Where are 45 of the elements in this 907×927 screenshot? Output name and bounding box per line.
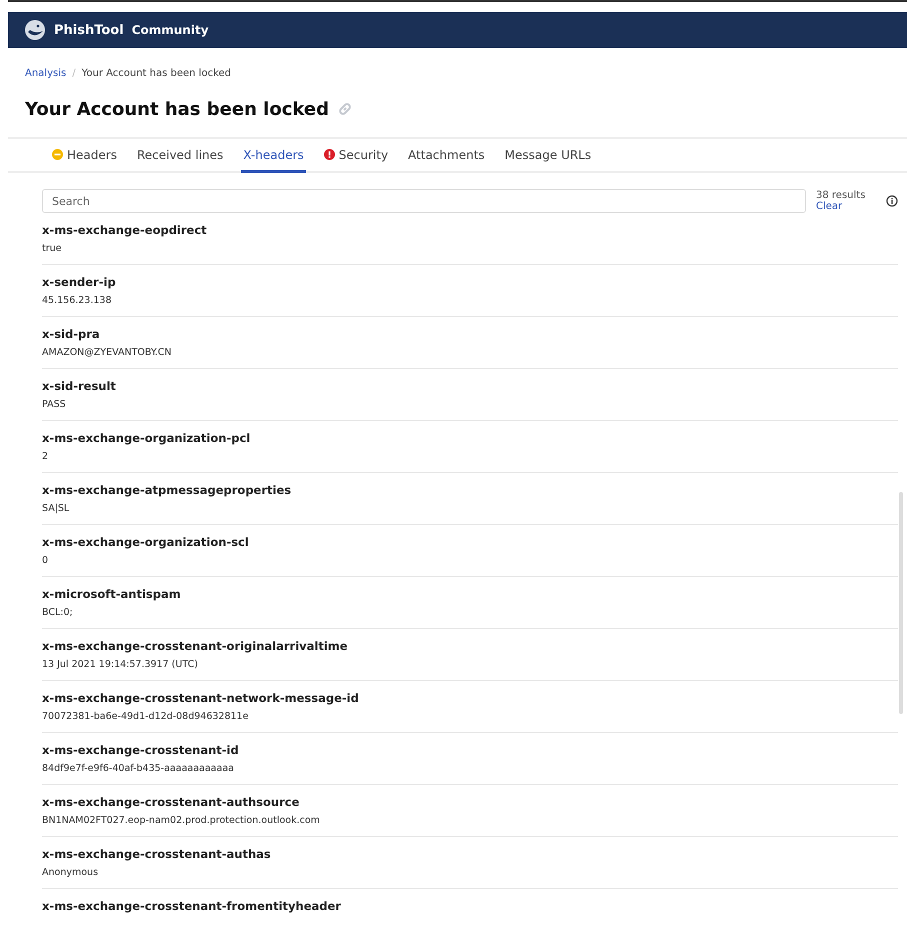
tab[interactable]: Attachments: [406, 139, 487, 173]
header-value: AMAZON@ZYEVANTOBY.CN: [42, 347, 173, 358]
breadcrumb-separator: /: [72, 68, 76, 79]
tab[interactable]: Received lines: [134, 139, 226, 173]
header-name: x-ms-exchange-crosstenant-authsource: [42, 795, 300, 809]
edition-label: Community: [132, 23, 209, 37]
search-field[interactable]: Search: [42, 189, 806, 213]
header-name: x-ms-exchange-eopdirect: [42, 223, 208, 237]
header-name: x-ms-exchange-organization-scl: [42, 535, 250, 549]
header-value: 70072381-ba6e-49d1-d12d-08d94632811e: [42, 711, 250, 722]
header-name: x-ms-exchange-crosstenant-network-message-id: [42, 691, 360, 705]
link-icon[interactable]: [336, 101, 353, 117]
tab[interactable]: Headers: [50, 139, 119, 173]
page-title: Your Account has been locked: [25, 98, 329, 120]
tab[interactable]: Security: [322, 139, 390, 173]
header-value: PASS: [42, 399, 67, 410]
scrollbar-thumb[interactable]: [899, 492, 903, 714]
header-name: x-ms-exchange-crosstenant-authas: [42, 847, 272, 861]
header-name: x-sid-pra: [42, 327, 101, 341]
header-value: Anonymous: [42, 867, 100, 878]
header-name: x-microsoft-antispam: [42, 587, 182, 601]
header-name: x-ms-exchange-atpmessageproperties: [42, 483, 292, 497]
header-value: 0: [42, 555, 50, 566]
header-name: x-ms-exchange-crosstenant-fromentityheader: [42, 899, 342, 913]
tab[interactable]: Message URLs: [502, 139, 594, 173]
header-value: BCL:0;: [42, 607, 74, 618]
current-page-label: Your Account has been locked: [82, 68, 232, 79]
header-name: x-sender-ip: [42, 275, 117, 289]
header-name: x-ms-exchange-organization-pcl: [42, 431, 252, 445]
breadcrumb-link[interactable]: Analysis: [25, 68, 66, 79]
header-value: 84df9e7f-e9f6-40af-b435-aaaaaaaaaaaa: [42, 763, 235, 774]
header-value: BN1NAM02FT027.eop-nam02.prod.protection.outlook.com: [42, 815, 321, 826]
results-count: 38 results: [816, 190, 866, 201]
header-value: SA|SL: [42, 503, 70, 514]
header-name: x-ms-exchange-crosstenant-originalarrivaltime: [42, 639, 349, 653]
header-value: 13 Jul 2021 19:14:57.3917 (UTC): [42, 659, 199, 670]
clear-link[interactable]: Clear: [816, 201, 876, 212]
tab[interactable]: X-headers: [241, 139, 306, 173]
header-value: 45.156.23.138: [42, 295, 113, 306]
header-name: x-sid-result: [42, 379, 117, 393]
header-value: true: [42, 243, 62, 254]
header-value: 2: [42, 451, 50, 462]
brand-name: PhishTool: [54, 22, 124, 38]
header-name: x-ms-exchange-crosstenant-id: [42, 743, 240, 757]
info-icon[interactable]: [886, 195, 898, 207]
